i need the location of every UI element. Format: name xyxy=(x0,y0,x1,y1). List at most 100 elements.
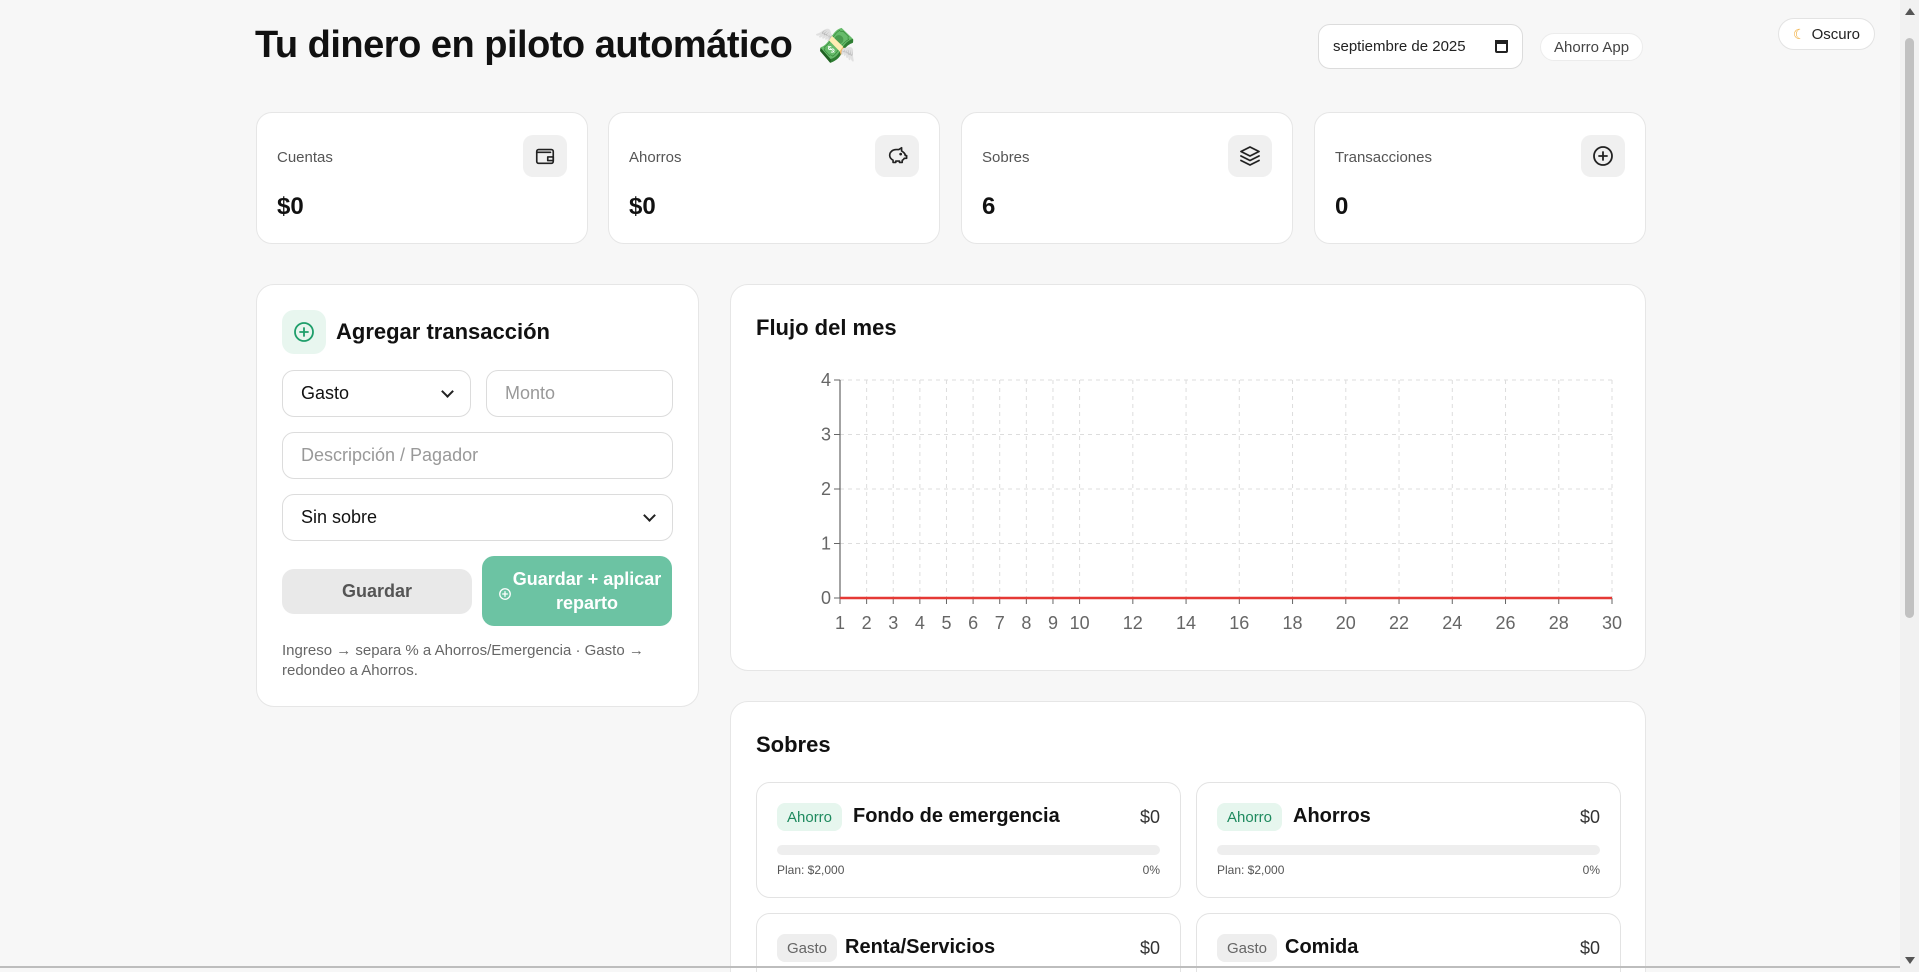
envelope-plan: Plan: $2,000 xyxy=(1217,863,1285,877)
save-and-apply-label: Guardar + aplicar reparto xyxy=(512,569,662,613)
envelope-type-badge: Ahorro xyxy=(1217,803,1283,831)
monthly-flow-card: Flujo del mes 0 1 2 3 4 1 2 3 4 5 6 7 8 9 10 12 14 16 18 20… xyxy=(730,284,1646,671)
stat-label: Ahorros xyxy=(629,149,682,166)
envelope-card[interactable]: Ahorro Ahorros $0 Plan: $2,000 0% xyxy=(1196,782,1621,898)
x-tick-label: 10 xyxy=(1070,613,1090,633)
envelope-amount: $0 xyxy=(1139,938,1160,958)
envelope-name: Renta/Servicios xyxy=(845,936,996,958)
stat-value: 0 xyxy=(1335,193,1349,220)
description-input[interactable]: Descripción / Pagador xyxy=(282,432,673,479)
save-button[interactable]: Guardar xyxy=(282,569,472,614)
y-tick-label: 3 xyxy=(821,425,831,445)
scrollbar-thumb[interactable] xyxy=(1905,38,1914,618)
envelope-percent: 0% xyxy=(1582,863,1600,877)
y-tick-label: 1 xyxy=(821,534,831,554)
envelope-name: Comida xyxy=(1285,936,1359,958)
amount-input[interactable]: Monto xyxy=(486,370,673,417)
page: Tu dinero en piloto automático 💸 septiem… xyxy=(0,0,1900,972)
transaction-type-select[interactable]: Gasto xyxy=(282,370,471,417)
x-tick-label: 26 xyxy=(1496,613,1516,633)
layers-icon xyxy=(1228,135,1272,177)
add-transaction-header: Agregar transacción xyxy=(282,310,550,354)
wallet-icon xyxy=(523,135,567,177)
moon-icon: ☾ xyxy=(1793,25,1806,42)
stat-card-sobres: Sobres 6 xyxy=(961,112,1293,244)
envelope-name: Fondo de emergencia xyxy=(853,805,1060,827)
envelope-percent: 0% xyxy=(1142,863,1160,877)
monthly-flow-chart: 012341 2 3 4 5 6 7 8 9 10 12 14 16 18 20 22 24 26 28 30 xyxy=(821,370,1622,633)
x-tick-label: 8 xyxy=(1021,613,1031,633)
window-bottom-border xyxy=(0,966,1919,968)
dark-mode-label: Oscuro xyxy=(1811,25,1860,43)
envelope-type-badge: Gasto xyxy=(777,934,838,962)
envelope-card[interactable]: Gasto Renta/Servicios $0 xyxy=(756,913,1181,972)
y-tick-label: 0 xyxy=(821,588,831,608)
x-tick-label: 2 xyxy=(862,613,872,633)
envelope-card[interactable]: Gasto Comida $0 xyxy=(1196,913,1621,972)
stat-card-cuentas: Cuentas $0 xyxy=(256,112,588,244)
stat-card-transacciones: Transacciones 0 xyxy=(1314,112,1646,244)
vertical-scrollbar[interactable] xyxy=(1900,0,1919,972)
scroll-up-arrow-icon[interactable] xyxy=(1905,8,1915,15)
stat-label: Cuentas xyxy=(277,149,333,166)
x-tick-label: 7 xyxy=(995,613,1005,633)
amount-placeholder: Monto xyxy=(505,383,556,403)
scroll-down-arrow-icon[interactable] xyxy=(1905,957,1915,964)
stat-label: Transacciones xyxy=(1335,149,1432,166)
month-picker[interactable]: septiembre de 2025 xyxy=(1318,24,1523,69)
envelopes-title: Sobres xyxy=(756,732,831,757)
calendar-icon[interactable] xyxy=(1495,40,1508,53)
add-transaction-card: Agregar transacción Gasto Monto Descripc… xyxy=(256,284,699,707)
envelope-amount: $0 xyxy=(1579,938,1600,958)
transaction-type-value: Gasto xyxy=(301,383,350,403)
stat-label: Sobres xyxy=(982,149,1030,166)
stat-value: 6 xyxy=(982,193,996,220)
x-tick-label: 3 xyxy=(888,613,898,633)
x-tick-label: 1 xyxy=(835,613,845,633)
x-tick-label: 28 xyxy=(1549,613,1569,633)
add-transaction-title: Agregar transacción xyxy=(336,319,550,344)
dark-mode-toggle[interactable]: ☾ Oscuro xyxy=(1778,18,1875,50)
x-tick-label: 5 xyxy=(941,613,951,633)
envelope-type-badge: Ahorro xyxy=(777,803,843,831)
envelope-progress-bar xyxy=(777,845,1160,855)
save-button-label: Guardar xyxy=(341,581,413,601)
y-tick-label: 2 xyxy=(821,479,831,499)
app-name-text: Ahorro App xyxy=(1554,38,1630,56)
envelope-plan: Plan: $2,000 xyxy=(777,863,845,877)
page-title-text: Tu dinero en piloto automático xyxy=(255,24,793,66)
x-tick-label: 20 xyxy=(1336,613,1356,633)
envelope-card[interactable]: Ahorro Fondo de emergencia $0 Plan: $2,0… xyxy=(756,782,1181,898)
chevron-down-icon xyxy=(441,385,454,398)
y-tick-label: 4 xyxy=(821,370,831,390)
stat-value: $0 xyxy=(629,193,656,220)
x-tick-label: 6 xyxy=(968,613,978,633)
save-and-apply-button[interactable]: Guardar + aplicar reparto xyxy=(482,556,672,626)
envelope-name: Ahorros xyxy=(1293,805,1371,827)
app-name-badge: Ahorro App xyxy=(1540,33,1644,61)
chevron-down-icon xyxy=(643,509,656,522)
x-tick-label: 22 xyxy=(1389,613,1409,633)
envelope-progress-bar xyxy=(1217,845,1600,855)
envelope-select[interactable]: Sin sobre xyxy=(282,494,673,541)
money-emoji-icon: 💸 xyxy=(814,26,857,65)
plus-circle-icon xyxy=(498,583,512,607)
description-placeholder: Descripción / Pagador xyxy=(301,445,479,465)
plus-circle-icon xyxy=(282,310,326,354)
x-tick-label: 30 xyxy=(1602,613,1622,633)
plus-circle-icon xyxy=(1581,135,1625,177)
envelope-amount: $0 xyxy=(1139,807,1160,827)
x-tick-label: 24 xyxy=(1442,613,1462,633)
x-tick-label: 12 xyxy=(1123,613,1143,633)
x-tick-label: 16 xyxy=(1229,613,1249,633)
help-note: Ingreso → separa % a Ahorros/Emergencia … xyxy=(282,642,644,679)
x-tick-label: 14 xyxy=(1176,613,1196,633)
piggy-bank-icon xyxy=(875,135,919,177)
envelope-amount: $0 xyxy=(1579,807,1600,827)
stat-card-ahorros: Ahorros $0 xyxy=(608,112,940,244)
month-picker-value: septiembre de 2025 xyxy=(1333,38,1466,55)
x-tick-label: 18 xyxy=(1283,613,1303,633)
x-tick-label: 4 xyxy=(915,613,925,633)
stat-value: $0 xyxy=(277,193,304,220)
page-title: Tu dinero en piloto automático 💸 xyxy=(255,24,857,67)
